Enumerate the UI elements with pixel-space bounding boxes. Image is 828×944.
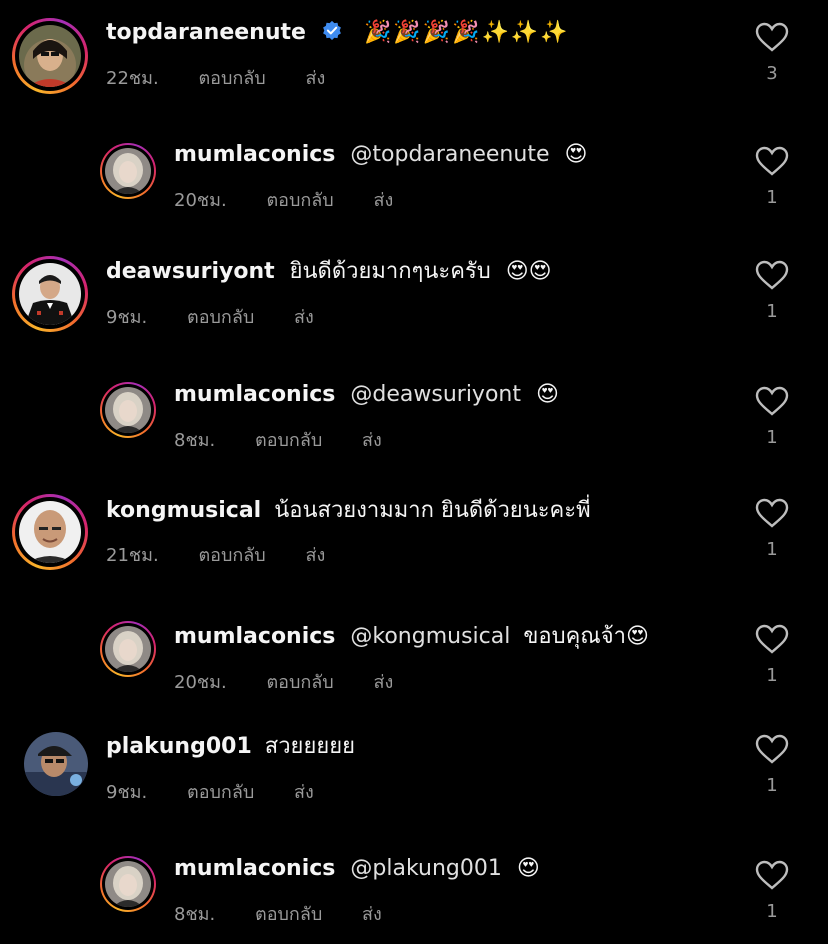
- reply-button[interactable]: ตอบกลับ: [266, 190, 333, 211]
- heart-icon[interactable]: [755, 624, 789, 654]
- woman-photo-icon: [19, 25, 81, 87]
- send-button[interactable]: ส่ง: [305, 68, 325, 89]
- comment-username[interactable]: deawsuriyont: [106, 259, 275, 284]
- comment-emoji: 🎉🎉🎉🎉✨✨✨: [363, 20, 570, 45]
- comment-mention[interactable]: @kongmusical: [350, 624, 510, 649]
- comment-timestamp: 21ชม.: [106, 545, 159, 566]
- send-button[interactable]: ส่ง: [294, 307, 314, 328]
- like-count: 1: [766, 187, 778, 208]
- send-button[interactable]: ส่ง: [362, 904, 382, 925]
- reply-button[interactable]: ตอบกลับ: [266, 672, 333, 693]
- blonde-photo-icon: [105, 148, 151, 194]
- comment-text: ยินดีด้วยมากๆนะครับ: [289, 259, 491, 284]
- send-button[interactable]: ส่ง: [294, 782, 314, 803]
- comment-username[interactable]: mumlaconics: [174, 142, 335, 167]
- comment-timestamp: 20ชม.: [174, 672, 227, 693]
- like-count: 1: [766, 901, 778, 922]
- heart-icon[interactable]: [755, 860, 789, 890]
- comment-timestamp: 9ชม.: [106, 307, 148, 328]
- comment-text: สวยยยยย: [264, 734, 355, 759]
- comment-timestamp: 8ชม.: [174, 430, 216, 451]
- like-count: 1: [766, 775, 778, 796]
- comment-emoji: 😍: [625, 624, 649, 649]
- verified-badge-icon: [323, 20, 341, 40]
- comment-text: ขอบคุณจ้า: [523, 624, 626, 649]
- comment-mention[interactable]: @topdaraneenute: [350, 142, 549, 167]
- avatar[interactable]: [100, 856, 156, 912]
- heart-icon[interactable]: [755, 260, 789, 290]
- reply-button[interactable]: ตอบกลับ: [187, 307, 254, 328]
- heart-icon[interactable]: [755, 498, 789, 528]
- man-suit-photo-icon: [19, 263, 81, 325]
- bald-man-photo-icon: [19, 501, 81, 563]
- heart-icon[interactable]: [755, 386, 789, 416]
- reply-button[interactable]: ตอบกลับ: [198, 545, 265, 566]
- blonde-photo-icon: [105, 626, 151, 672]
- avatar[interactable]: [24, 732, 88, 796]
- avatar[interactable]: [100, 143, 156, 199]
- avatar[interactable]: [100, 382, 156, 438]
- comment-emoji: 😍😍: [505, 259, 552, 284]
- like-count: 3: [766, 63, 778, 84]
- man-cap-photo-icon: [24, 732, 88, 796]
- comment-text: น้อนสวยงามมาก ยินดีด้วยนะคะพี่: [274, 498, 591, 523]
- avatar[interactable]: [12, 18, 88, 94]
- comment-username[interactable]: mumlaconics: [174, 856, 335, 881]
- heart-icon[interactable]: [755, 734, 789, 764]
- comment-timestamp: 9ชม.: [106, 782, 148, 803]
- avatar[interactable]: [12, 494, 88, 570]
- reply-button[interactable]: ตอบกลับ: [187, 782, 254, 803]
- comment-timestamp: 8ชม.: [174, 904, 216, 925]
- comment-timestamp: 20ชม.: [174, 190, 227, 211]
- send-button[interactable]: ส่ง: [373, 672, 393, 693]
- comment-username[interactable]: kongmusical: [106, 498, 261, 523]
- comment-emoji: 😍: [535, 382, 559, 407]
- like-count: 1: [766, 665, 778, 686]
- like-count: 1: [766, 427, 778, 448]
- send-button[interactable]: ส่ง: [373, 190, 393, 211]
- avatar[interactable]: [12, 256, 88, 332]
- comment-emoji: 😍: [564, 142, 588, 167]
- avatar[interactable]: [100, 621, 156, 677]
- heart-icon[interactable]: [755, 146, 789, 176]
- comment-timestamp: 22ชม.: [106, 68, 159, 89]
- blonde-photo-icon: [105, 861, 151, 907]
- comment-username[interactable]: mumlaconics: [174, 624, 335, 649]
- reply-button[interactable]: ตอบกลับ: [198, 68, 265, 89]
- comment-username[interactable]: topdaraneenute: [106, 20, 306, 45]
- blonde-photo-icon: [105, 387, 151, 433]
- comment-username[interactable]: mumlaconics: [174, 382, 335, 407]
- comment-mention[interactable]: @plakung001: [350, 856, 501, 881]
- comment-mention[interactable]: @deawsuriyont: [350, 382, 521, 407]
- comment-username[interactable]: plakung001: [106, 734, 252, 759]
- like-count: 1: [766, 301, 778, 322]
- send-button[interactable]: ส่ง: [362, 430, 382, 451]
- like-count: 1: [766, 539, 778, 560]
- reply-button[interactable]: ตอบกลับ: [255, 430, 322, 451]
- reply-button[interactable]: ตอบกลับ: [255, 904, 322, 925]
- send-button[interactable]: ส่ง: [305, 545, 325, 566]
- heart-icon[interactable]: [755, 22, 789, 52]
- comment-emoji: 😍: [516, 856, 540, 881]
